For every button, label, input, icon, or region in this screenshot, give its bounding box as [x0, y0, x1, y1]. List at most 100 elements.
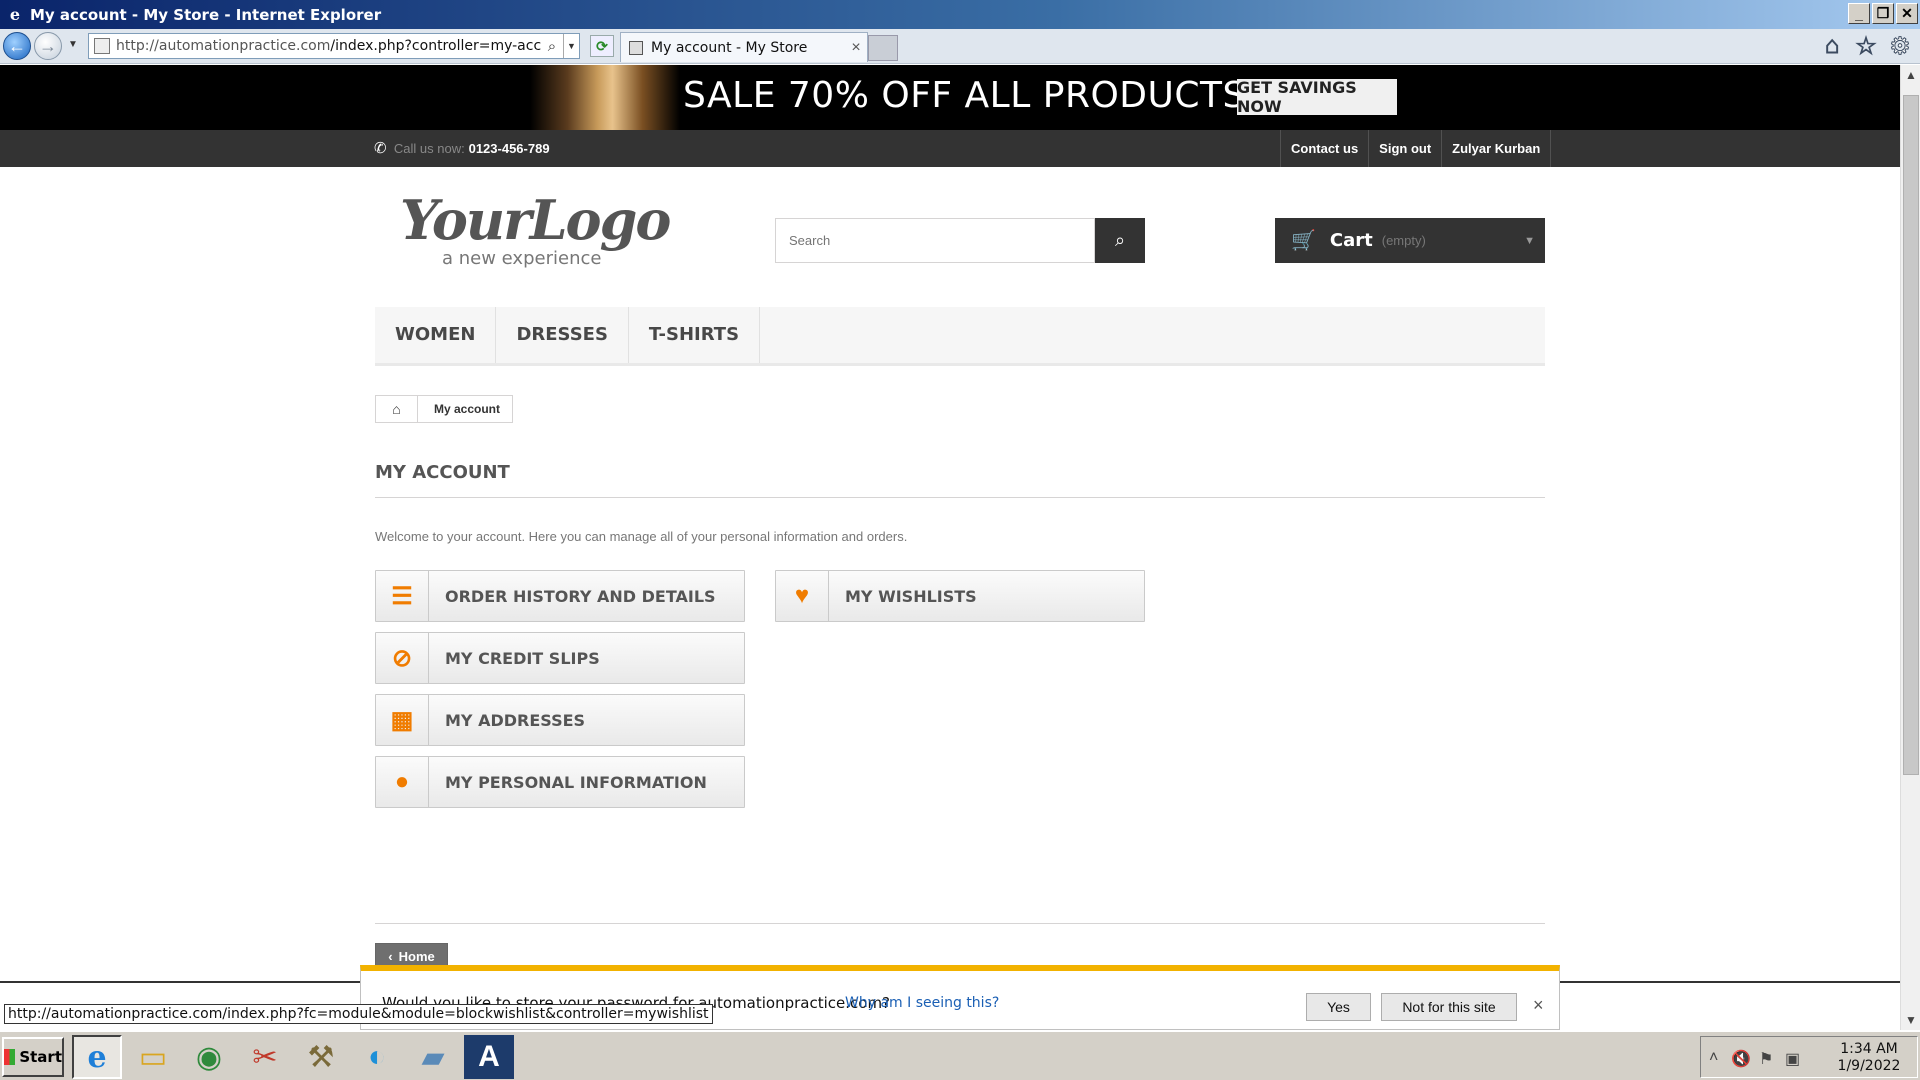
cart-label: Cart	[1329, 230, 1373, 251]
restore-button[interactable]: ❐	[1872, 3, 1894, 24]
windows-flag-icon	[4, 1049, 16, 1065]
refresh-button[interactable]: ⟳	[590, 35, 614, 57]
user-icon: ●	[376, 757, 429, 807]
status-bar-url: http://automationpractice.com/index.php?…	[4, 1004, 713, 1024]
address-search-icon[interactable]: ⌕	[541, 38, 563, 55]
logo-text: YourLogo	[400, 188, 671, 252]
volume-muted-icon[interactable]: 🔇	[1731, 1049, 1751, 1069]
clock[interactable]: 1:34 AM 1/9/2022	[1829, 1041, 1909, 1075]
window-title: My account - My Store - Internet Explore…	[30, 5, 382, 24]
security-alert-icon[interactable]: ⚑	[1759, 1049, 1773, 1069]
logo-tagline: a new experience	[442, 248, 602, 269]
app-a-icon[interactable]: A	[464, 1035, 514, 1079]
promo-headline: SALE 70% OFF ALL PRODUCTS	[683, 75, 1246, 116]
top-nav-bar: ✆ Call us now: 0123-456-789 Contact us S…	[0, 130, 1900, 167]
addresses-button[interactable]: ▦ MY ADDRESSES	[375, 694, 745, 746]
store-logo[interactable]: YourLogo a new experience	[400, 190, 690, 280]
save-password-yes-button[interactable]: Yes	[1306, 993, 1371, 1021]
snipping-tool-icon[interactable]: ✂	[240, 1035, 290, 1079]
browser-toolbar: ← → ▼ http://automationpractice.com/inde…	[0, 29, 1920, 64]
network-icon[interactable]: ▣	[1785, 1049, 1800, 1069]
home-button-label: Home	[398, 949, 435, 964]
tray-expand-icon[interactable]: ˄	[1709, 1049, 1718, 1067]
start-button[interactable]: Start	[2, 1037, 64, 1077]
personal-info-button[interactable]: ● MY PERSONAL INFORMATION	[375, 756, 745, 808]
tab-favicon-icon	[629, 40, 643, 55]
breadcrumb-current: My account	[434, 402, 501, 416]
divider	[375, 923, 1545, 924]
home-icon[interactable]: ⌂	[1818, 32, 1846, 60]
scroll-down-icon[interactable]: ▼	[1901, 1010, 1920, 1030]
wishlists-label: MY WISHLISTS	[845, 586, 977, 606]
get-savings-button[interactable]: GET SAVINGS NOW	[1237, 78, 1397, 116]
internet-explorer-taskbar-icon[interactable]: e	[72, 1035, 122, 1079]
menu-item-women[interactable]: WOMEN	[375, 307, 497, 363]
notepad-icon[interactable]: ▰	[408, 1035, 458, 1079]
network-tool-icon[interactable]: ⚒	[296, 1035, 346, 1079]
search-input[interactable]	[775, 218, 1095, 263]
not-for-this-site-button[interactable]: Not for this site	[1381, 993, 1517, 1021]
taskbar-apps: e ▭ ◉ ✂ ⚒ ◐ ▰ A	[72, 1035, 514, 1079]
scroll-up-icon[interactable]: ▲	[1901, 65, 1920, 85]
forward-button[interactable]: →	[34, 32, 62, 60]
shop-phone: ✆ Call us now: 0123-456-789	[374, 139, 550, 157]
main-menu: WOMEN DRESSES T-SHIRTS	[375, 307, 1545, 366]
ban-icon: ⊘	[376, 633, 429, 683]
wishlists-button[interactable]: ♥ MY WISHLISTS	[775, 570, 1145, 622]
chrome-icon[interactable]: ◉	[184, 1035, 234, 1079]
sign-out-link[interactable]: Sign out	[1368, 130, 1441, 167]
search-box: ⌕	[775, 218, 1145, 263]
history-dropdown-icon[interactable]: ▼	[68, 39, 78, 50]
menu-item-t-shirts[interactable]: T-SHIRTS	[629, 307, 761, 363]
header-links: Contact us Sign out Zulyar Kurban	[1280, 130, 1552, 167]
file-explorer-icon[interactable]: ▭	[128, 1035, 178, 1079]
back-button[interactable]: ←	[3, 32, 31, 60]
account-name-link[interactable]: Zulyar Kurban	[1441, 130, 1552, 167]
window-controls: _ ❐ ✕	[1848, 3, 1918, 24]
close-window-button[interactable]: ✕	[1896, 3, 1918, 24]
credit-slips-label: MY CREDIT SLIPS	[445, 648, 600, 668]
new-tab-button[interactable]	[868, 35, 898, 61]
search-icon: ⌕	[1114, 230, 1126, 250]
vertical-scrollbar[interactable]: ▲ ▼	[1900, 65, 1920, 1030]
credit-slips-button[interactable]: ⊘ MY CREDIT SLIPS	[375, 632, 745, 684]
browser-tab[interactable]: My account - My Store ×	[620, 32, 868, 62]
heart-icon: ♥	[776, 571, 829, 621]
breadcrumb-home-icon[interactable]: ⌂	[376, 396, 418, 422]
address-bar[interactable]: http://automationpractice.com/index.php?…	[88, 33, 580, 59]
tab-close-icon[interactable]: ×	[845, 39, 867, 57]
tab-title: My account - My Store	[651, 39, 808, 56]
menu-item-dresses[interactable]: DRESSES	[496, 307, 629, 363]
cart-chevron-down-icon[interactable]: ▼	[1524, 235, 1535, 247]
search-button[interactable]: ⌕	[1095, 218, 1145, 263]
personal-info-label: MY PERSONAL INFORMATION	[445, 772, 707, 792]
page-title: MY ACCOUNT	[375, 462, 1545, 498]
edge-icon[interactable]: ◐	[352, 1035, 402, 1079]
internet-explorer-icon: e	[9, 4, 21, 24]
promo-banner[interactable]: SALE 70% OFF ALL PRODUCTS GET SAVINGS NO…	[0, 65, 1900, 130]
scroll-thumb[interactable]	[1903, 95, 1919, 775]
call-us-label: Call us now:	[393, 141, 465, 156]
close-password-bar-icon[interactable]: ×	[1533, 995, 1544, 1016]
list-ol-icon: ☰	[376, 571, 429, 621]
minimize-button[interactable]: _	[1848, 3, 1870, 24]
why-seeing-this-link[interactable]: Why am I seeing this?	[845, 995, 999, 1011]
browser-right-icons: ⌂ ☆ ⚙	[1818, 32, 1914, 61]
order-history-button[interactable]: ☰ ORDER HISTORY AND DETAILS	[375, 570, 745, 622]
breadcrumb: ⌂ My account	[375, 395, 514, 423]
cart-block[interactable]: 🛒 Cart (empty) ▼	[1275, 218, 1545, 263]
address-url[interactable]: http://automationpractice.com/index.php?…	[116, 38, 541, 54]
contact-us-link[interactable]: Contact us	[1280, 130, 1368, 167]
page-icon	[94, 38, 110, 54]
page-viewport: SALE 70% OFF ALL PRODUCTS GET SAVINGS NO…	[0, 65, 1900, 983]
address-dropdown-icon[interactable]: ▼	[563, 34, 579, 58]
building-icon: ▦	[376, 695, 429, 745]
taskbar: Start e ▭ ◉ ✂ ⚒ ◐ ▰ A ˄ 🔇 ⚑ ▣ 1:34 AM 1/…	[0, 1030, 1920, 1080]
account-info-text: Welcome to your account. Here you can ma…	[375, 529, 908, 544]
window-title-bar: e My account - My Store - Internet Explo…	[0, 0, 1920, 29]
favorites-star-icon[interactable]: ☆	[1852, 32, 1880, 60]
addresses-label: MY ADDRESSES	[445, 710, 586, 730]
settings-gear-icon[interactable]: ⚙	[1886, 32, 1914, 60]
order-history-label: ORDER HISTORY AND DETAILS	[445, 586, 716, 606]
start-label: Start	[19, 1048, 62, 1066]
